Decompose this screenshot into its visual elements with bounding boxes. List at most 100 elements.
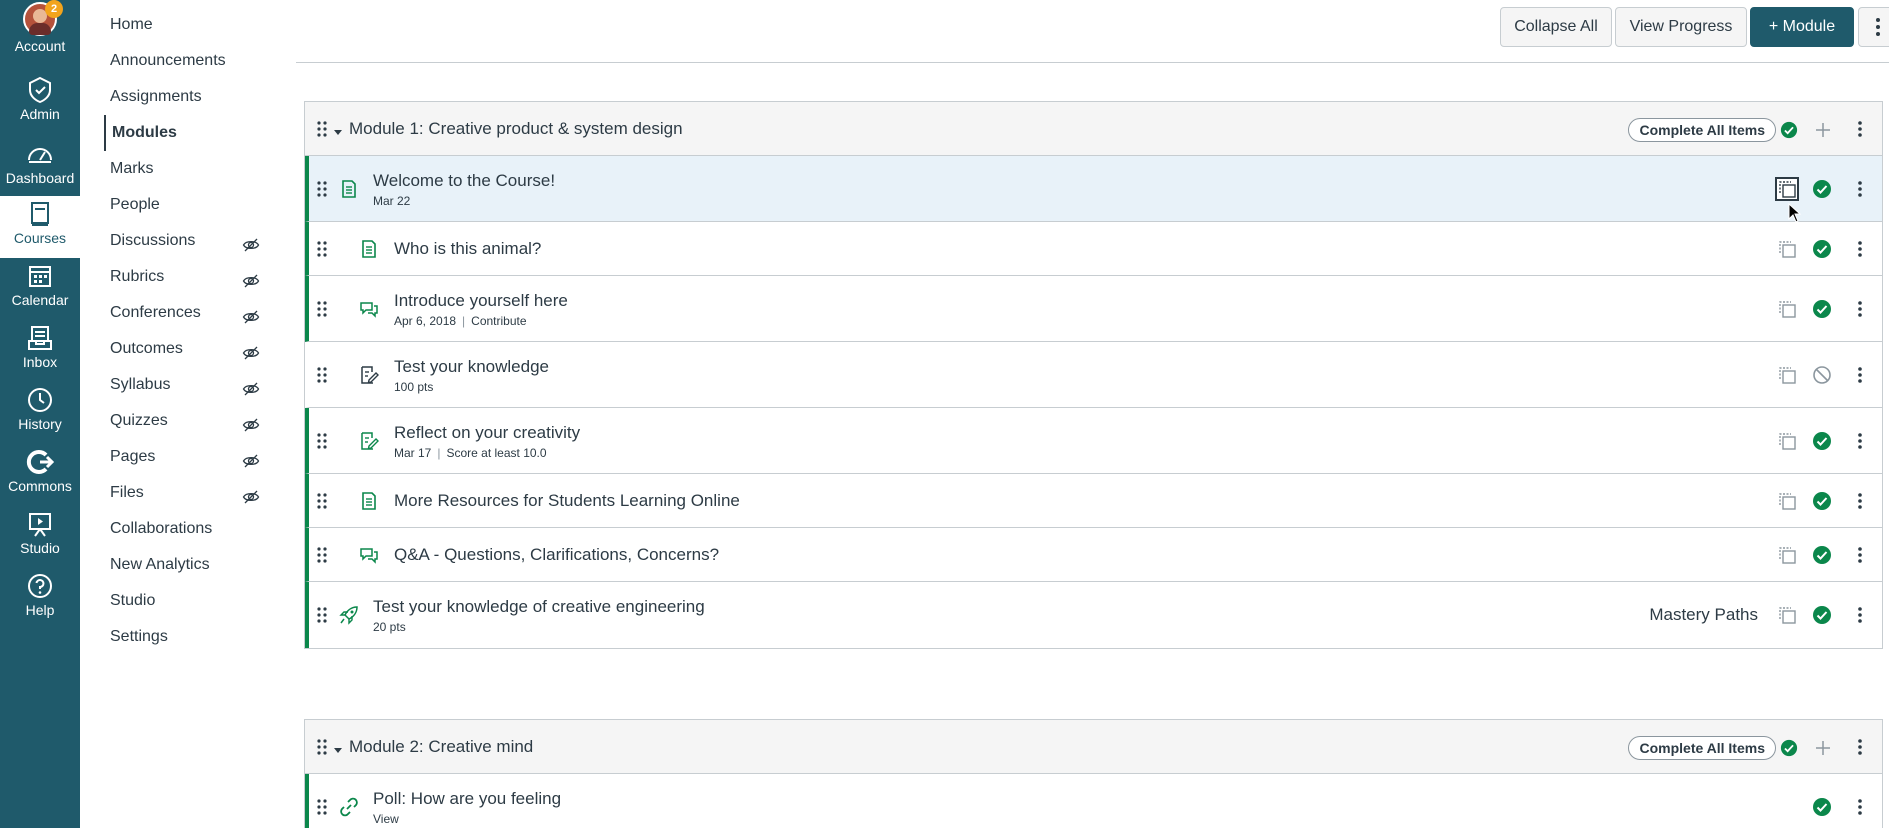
item-options-icon[interactable] [1850,491,1870,511]
course-nav-pages[interactable]: Pages [110,439,260,475]
drag-handle-icon[interactable] [315,366,329,384]
plus-icon[interactable] [1814,121,1832,139]
course-nav-quizzes[interactable]: Quizzes [110,403,260,439]
module-item-row[interactable]: Q&A - Questions, Clarifications, Concern… [305,528,1882,582]
published-check-icon[interactable] [1812,545,1832,565]
global-nav-account[interactable]: 2 Account [0,0,80,62]
mastery-paths-link[interactable]: Mastery Paths [1649,605,1758,625]
add-module-button[interactable]: + Module [1750,7,1854,47]
global-nav-calendar[interactable]: Calendar [0,262,80,324]
drag-handle-icon[interactable] [315,606,329,624]
course-nav-files[interactable]: Files [110,475,260,511]
course-nav-modules[interactable]: Modules [104,115,254,151]
course-nav-studio[interactable]: Studio [110,583,260,619]
duplicate-icon[interactable] [1776,430,1798,452]
global-nav-history[interactable]: History [0,386,80,448]
published-check-icon[interactable] [1780,121,1798,139]
global-nav-studio[interactable]: Studio [0,510,80,572]
module-item-title[interactable]: Test your knowledge [394,357,549,377]
global-nav-help[interactable]: Help [0,572,80,634]
module-header[interactable]: Module 1: Creative product & system desi… [305,102,1882,156]
caret-down-icon[interactable] [333,742,343,753]
module-item-title[interactable]: Introduce yourself here [394,291,568,311]
global-nav-dashboard[interactable]: Dashboard [0,140,80,202]
published-check-icon[interactable] [1812,179,1832,199]
duplicate-icon[interactable] [1776,604,1798,626]
published-check-icon[interactable] [1812,605,1832,625]
course-nav-discussions[interactable]: Discussions [110,223,260,259]
page-options-button[interactable] [1858,7,1889,47]
complete-all-items-button[interactable]: Complete All Items [1628,736,1776,760]
drag-handle-icon[interactable] [315,546,329,564]
published-check-icon[interactable] [1812,431,1832,451]
global-nav-inbox[interactable]: Inbox [0,324,80,386]
module-options-icon[interactable] [1850,737,1870,757]
drag-handle-icon[interactable] [315,180,329,198]
course-nav-collaborations[interactable]: Collaborations [110,511,260,547]
module-header[interactable]: Module 2: Creative mind Complete All Item… [305,720,1882,774]
duplicate-icon[interactable] [1776,238,1798,260]
duplicate-icon[interactable] [1776,490,1798,512]
course-nav-outcomes[interactable]: Outcomes [110,331,260,367]
module-options-icon[interactable] [1850,119,1870,139]
module-item-row[interactable]: Test your knowledge of creative engineer… [305,582,1882,648]
module-item-row[interactable]: Welcome to the Course! Mar 22 [305,156,1882,222]
course-nav-home[interactable]: Home [110,7,260,43]
collapse-all-button[interactable]: Collapse All [1500,7,1612,47]
drag-handle-icon[interactable] [315,240,329,258]
course-nav-settings[interactable]: Settings [110,619,260,655]
module-item-title[interactable]: More Resources for Students Learning Onl… [394,491,740,511]
drag-handle-icon[interactable] [315,120,329,138]
item-options-icon[interactable] [1850,431,1870,451]
unpublished-icon[interactable] [1812,365,1832,385]
module-item-title[interactable]: Test your knowledge of creative engineer… [373,597,705,617]
course-nav-new-analytics[interactable]: New Analytics [110,547,260,583]
module-item-row[interactable]: Introduce yourself here Apr 6, 2018 | Contr… [305,276,1882,342]
published-check-icon[interactable] [1812,491,1832,511]
module-item-row[interactable]: More Resources for Students Learning Onl… [305,474,1882,528]
module-item-title[interactable]: Q&A - Questions, Clarifications, Concern… [394,545,719,565]
module-item-row[interactable]: Reflect on your creativity Mar 17 | Score a… [305,408,1882,474]
global-nav-admin[interactable]: Admin [0,76,80,138]
complete-all-items-button[interactable]: Complete All Items [1628,118,1776,142]
global-nav-courses[interactable]: Courses [0,196,80,258]
duplicate-icon[interactable] [1776,298,1798,320]
published-check-icon[interactable] [1812,299,1832,319]
duplicate-icon[interactable] [1776,544,1798,566]
global-nav-commons[interactable]: Commons [0,448,80,510]
course-nav-announcements[interactable]: Announcements [110,43,260,79]
plus-icon[interactable] [1814,739,1832,757]
module-item-title[interactable]: Who is this animal? [394,239,541,259]
published-check-icon[interactable] [1812,797,1832,817]
published-check-icon[interactable] [1812,239,1832,259]
drag-handle-icon[interactable] [315,432,329,450]
drag-handle-icon[interactable] [315,492,329,510]
drag-handle-icon[interactable] [315,300,329,318]
module-item-row[interactable]: Test your knowledge 100 pts [305,342,1882,408]
course-nav-rubrics[interactable]: Rubrics [110,259,260,295]
module-item-title[interactable]: Welcome to the Course! [373,171,555,191]
module-item-title[interactable]: Poll: How are you feeling [373,789,561,809]
duplicate-icon[interactable] [1776,364,1798,386]
item-options-icon[interactable] [1850,797,1870,817]
course-nav-conferences[interactable]: Conferences [110,295,260,331]
published-check-icon[interactable] [1780,739,1798,757]
duplicate-icon[interactable] [1775,177,1799,201]
course-nav-marks[interactable]: Marks [110,151,260,187]
item-options-icon[interactable] [1850,545,1870,565]
meta-value[interactable]: View [373,812,399,826]
module-item-row[interactable]: Poll: How are you feeling View [305,774,1882,828]
item-options-icon[interactable] [1850,179,1870,199]
caret-down-icon[interactable] [333,124,343,135]
module-item-row[interactable]: Who is this animal? [305,222,1882,276]
module-item-title[interactable]: Reflect on your creativity [394,423,580,443]
drag-handle-icon[interactable] [315,798,329,816]
item-options-icon[interactable] [1850,239,1870,259]
course-nav-people[interactable]: People [110,187,260,223]
item-options-icon[interactable] [1850,299,1870,319]
item-options-icon[interactable] [1850,365,1870,385]
item-options-icon[interactable] [1850,605,1870,625]
drag-handle-icon[interactable] [315,738,329,756]
course-nav-assignments[interactable]: Assignments [110,79,260,115]
view-progress-button[interactable]: View Progress [1615,7,1747,47]
